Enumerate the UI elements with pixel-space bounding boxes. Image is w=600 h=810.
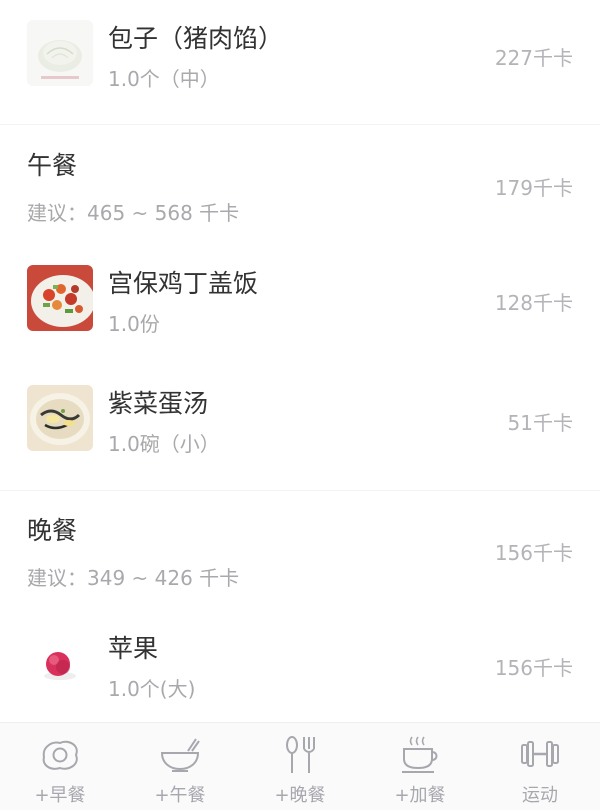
tab-label: +晚餐 xyxy=(274,785,326,806)
meal-section-dinner[interactable]: 晚餐 建议：349 ~ 426 千卡 156千卡 xyxy=(0,495,600,605)
food-item-kung-pao-rice[interactable]: 宫保鸡丁盖饭 1.0份 128千卡 xyxy=(0,245,600,355)
bottom-add-meal-bar: +早餐 +午餐 +晚餐 +加餐 运动 xyxy=(0,722,600,810)
food-calories: 156千卡 xyxy=(494,656,573,680)
meal-suggestion: 建议：465 ~ 568 千卡 xyxy=(27,201,240,225)
food-name: 包子（猪肉馅） xyxy=(108,24,284,53)
food-name: 宫保鸡丁盖饭 xyxy=(108,269,259,298)
tab-label: 运动 xyxy=(522,785,558,806)
meal-calories: 179千卡 xyxy=(494,176,573,200)
apple-thumbnail xyxy=(27,630,93,696)
food-item-baozi[interactable]: 包子（猪肉馅） 1.0个（中） 227千卡 xyxy=(0,0,600,110)
add-exercise-button[interactable]: 运动 xyxy=(480,723,600,810)
food-calories: 227千卡 xyxy=(494,46,573,70)
food-name: 苹果 xyxy=(108,634,159,663)
baozi-thumbnail xyxy=(27,20,93,86)
divider xyxy=(0,124,600,125)
add-breakfast-button[interactable]: +早餐 xyxy=(0,723,120,810)
food-calories: 128千卡 xyxy=(494,291,573,315)
food-name: 紫菜蛋汤 xyxy=(108,389,209,418)
add-dinner-button[interactable]: +晚餐 xyxy=(240,723,360,810)
meal-section-lunch[interactable]: 午餐 建议：465 ~ 568 千卡 179千卡 xyxy=(0,130,600,240)
seaweed-egg-soup-thumbnail xyxy=(27,385,93,451)
food-quantity: 1.0个（中） xyxy=(108,67,220,91)
tab-label: +早餐 xyxy=(34,785,86,806)
add-lunch-button[interactable]: +午餐 xyxy=(120,723,240,810)
tab-label: +加餐 xyxy=(394,785,446,806)
meal-title: 晚餐 xyxy=(27,516,78,545)
food-quantity: 1.0份 xyxy=(108,312,160,336)
divider xyxy=(0,490,600,491)
meal-suggestion: 建议：349 ~ 426 千卡 xyxy=(27,566,240,590)
kung-pao-chicken-rice-thumbnail xyxy=(27,265,93,331)
food-calories: 51千卡 xyxy=(507,411,573,435)
food-item-seaweed-egg-soup[interactable]: 紫菜蛋汤 1.0碗（小） 51千卡 xyxy=(0,365,600,475)
food-quantity: 1.0个(大) xyxy=(108,677,196,701)
food-quantity: 1.0碗（小） xyxy=(108,432,220,456)
meal-calories: 156千卡 xyxy=(494,541,573,565)
meal-title: 午餐 xyxy=(27,151,78,180)
add-snack-button[interactable]: +加餐 xyxy=(360,723,480,810)
food-item-apple[interactable]: 苹果 1.0个(大) 156千卡 xyxy=(0,610,600,720)
tab-label: +午餐 xyxy=(154,785,206,806)
